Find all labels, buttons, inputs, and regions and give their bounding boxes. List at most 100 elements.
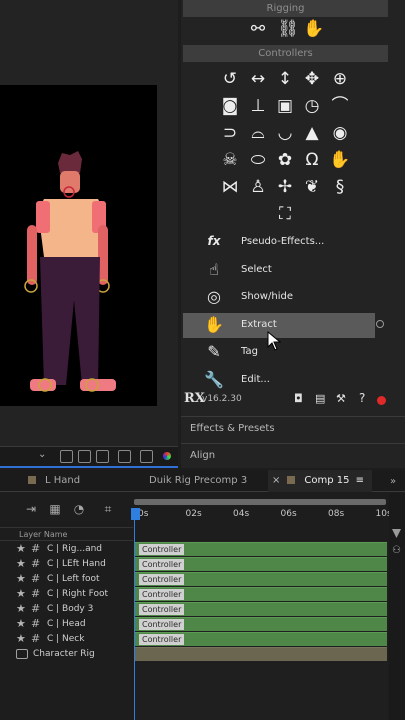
playhead-handle[interactable] (131, 508, 140, 520)
help-icon[interactable]: ? (359, 391, 365, 405)
nav-end-icon[interactable] (392, 529, 401, 538)
layer-track-bar[interactable]: Controller (134, 572, 387, 586)
tab-l-hand[interactable]: L Hand (28, 470, 80, 492)
body-icon[interactable]: ♙ (247, 176, 269, 198)
layer-track-bar[interactable] (134, 647, 387, 661)
tab-duik-rig-precomp[interactable]: Duik Rig Precomp 3 (132, 470, 247, 492)
dot-square-icon[interactable]: ▣ (274, 95, 296, 117)
layer-name[interactable]: C | Rig...and (47, 544, 102, 554)
time-ruler[interactable]: 0s 02s 04s 06s 08s 10s (131, 496, 392, 524)
rotate-icon[interactable]: ↺ (219, 68, 241, 90)
region-of-interest-icon[interactable] (78, 450, 91, 463)
nose-icon[interactable]: ▲ (301, 122, 323, 144)
foot-icon[interactable]: ⬭ (247, 149, 269, 171)
layer-row[interactable]: ★ # C | Left foot (0, 572, 133, 587)
feather-icon[interactable]: ❦ (301, 176, 323, 198)
tabs-overflow-icon[interactable]: » (390, 471, 396, 493)
layer-name[interactable]: C | Left foot (47, 574, 100, 584)
playhead-line[interactable] (134, 508, 135, 720)
mouth-icon[interactable]: ◡ (274, 122, 296, 144)
transparency-grid-icon[interactable] (96, 450, 109, 463)
layer-row[interactable]: ★ # C | Neck (0, 632, 133, 647)
timeline-tabs: L Hand Duik Rig Precomp 3 × Comp 15 ≡ » (0, 470, 405, 492)
target-icon[interactable]: ⊕ (329, 68, 351, 90)
record-icon[interactable] (377, 396, 386, 405)
layer-row[interactable]: ★ # C | LEft Hand (0, 557, 133, 572)
hand-icon[interactable]: ✋ (329, 149, 351, 171)
tab-comp-15[interactable]: × Comp 15 ≡ (268, 470, 372, 492)
shape-layer-star-icon[interactable]: ★ (16, 587, 26, 600)
layer-name[interactable]: Character Rig (33, 649, 95, 659)
composition-canvas[interactable] (0, 85, 157, 406)
paw-icon[interactable]: ✿ (274, 149, 296, 171)
effects-presets-panel[interactable]: Effects & Presets (181, 416, 405, 440)
settings-wrench-icon[interactable]: ⚒ (336, 392, 346, 405)
layer-row[interactable]: ★ # C | Head (0, 617, 133, 632)
panel-options-icon[interactable] (376, 320, 384, 328)
layer-name[interactable]: C | Head (47, 619, 86, 629)
notes-icon[interactable]: ▤ (315, 392, 325, 405)
layer-name[interactable]: C | Right Foot (47, 589, 108, 599)
bone-chain-icon[interactable]: ⛓ (277, 18, 299, 40)
shy-layers-icon[interactable]: ⇥ (24, 502, 38, 516)
layer-name[interactable]: C | Neck (47, 634, 84, 644)
skull-icon[interactable]: ☠ (219, 149, 241, 171)
close-tab-icon[interactable]: × (272, 475, 280, 486)
eye-icon[interactable]: ◉ (329, 122, 351, 144)
tool-select[interactable]: ☝ Select (183, 258, 375, 283)
seahorse-icon[interactable]: § (329, 176, 351, 198)
shape-layer-star-icon[interactable]: ★ (16, 617, 26, 630)
frame-blending-icon[interactable]: ▦ (48, 502, 62, 516)
grid-guides-icon[interactable] (140, 450, 153, 463)
slider-icon[interactable]: ⊥ (247, 95, 269, 117)
hair-icon[interactable]: ⌓ (247, 122, 269, 144)
color-channels-icon[interactable] (163, 452, 171, 460)
shape-layer-star-icon[interactable]: ★ (16, 572, 26, 585)
tool-pseudo-effects[interactable]: fx Pseudo-Effects... (183, 230, 375, 255)
layer-row[interactable]: ★ # C | Body 3 (0, 602, 133, 617)
viewer-toolbar: ⌄ (0, 446, 178, 466)
layer-row[interactable]: Character Rig (0, 647, 133, 662)
composition-viewer[interactable]: ⌄ (0, 0, 178, 468)
bone-link-icon[interactable]: ⚯ (247, 18, 269, 40)
wings-icon[interactable]: ✢ (274, 176, 296, 198)
shape-layer-star-icon[interactable]: ★ (16, 632, 26, 645)
track-area[interactable]: Controller Controller Controller Controller… (134, 541, 388, 720)
layer-track-bar[interactable]: Controller (134, 557, 387, 571)
mask-visibility-icon[interactable] (118, 450, 131, 463)
layer-track-bar[interactable]: Controller (134, 542, 387, 556)
shape-layer-star-icon[interactable]: ★ (16, 557, 26, 570)
frame-icon[interactable]: ⛶ (274, 203, 296, 225)
layer-track-bar[interactable]: Controller (134, 587, 387, 601)
clock-icon[interactable]: ◷ (301, 95, 323, 117)
hand-rig-icon[interactable]: ✋ (303, 18, 325, 40)
shape-layer-star-icon[interactable]: ★ (16, 602, 26, 615)
layer-track-bar[interactable]: Controller (134, 617, 387, 631)
precomp-icon (16, 649, 28, 659)
motion-blur-icon[interactable]: ◔ (72, 502, 86, 516)
layer-row[interactable]: ★ # C | Rig...and (0, 542, 133, 557)
work-area-bar[interactable] (134, 499, 386, 505)
align-panel[interactable]: Align (181, 443, 405, 467)
move-vertical-icon[interactable]: ↕ (274, 68, 296, 90)
help-chat-icon[interactable]: ◘ (294, 392, 303, 405)
move-horizontal-icon[interactable]: ↔ (247, 68, 269, 90)
horseshoe-icon[interactable]: Ω (301, 149, 323, 171)
tool-show-hide[interactable]: ◎ Show/hide (183, 285, 375, 310)
ear-icon[interactable]: ⊃ (219, 122, 241, 144)
tab-menu-icon[interactable]: ≡ (356, 470, 364, 492)
layer-row[interactable]: ★ # C | Right Foot (0, 587, 133, 602)
move-4way-icon[interactable]: ✥ (301, 68, 323, 90)
comp-mini-flowchart-icon[interactable]: ⚇ (392, 545, 401, 556)
layer-name[interactable]: C | Body 3 (47, 604, 93, 614)
layer-track-bar[interactable]: Controller (134, 602, 387, 616)
shape-layer-star-icon[interactable]: ★ (16, 542, 26, 555)
eyebrow-icon[interactable]: ⌒ (329, 95, 351, 117)
snapshot-icon[interactable] (60, 450, 73, 463)
zoom-dropdown-icon[interactable]: ⌄ (38, 449, 46, 460)
butterfly-icon[interactable]: ⋈ (219, 176, 241, 198)
graph-editor-icon[interactable]: ⌗ (101, 502, 115, 516)
camera-icon[interactable]: ◙ (219, 95, 241, 117)
layer-track-bar[interactable]: Controller (134, 632, 387, 646)
layer-name[interactable]: C | LEft Hand (47, 559, 106, 569)
